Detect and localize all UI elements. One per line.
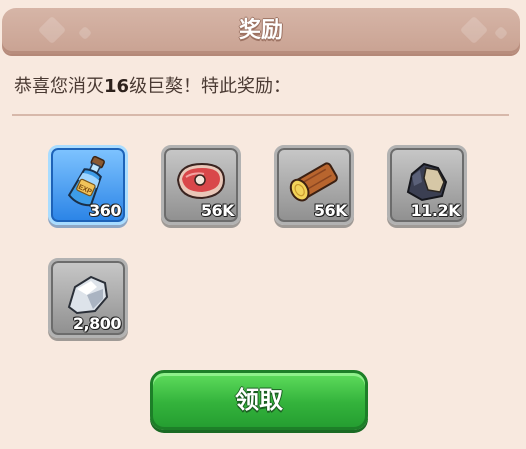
message-suffix: 级巨獒！特此奖励： [129, 76, 292, 97]
reward-quantity: 11.2K [410, 201, 461, 220]
reward-item-wood[interactable]: 56K [274, 145, 354, 225]
reward-quantity: 56K [313, 201, 348, 220]
claim-button-label: 领取 [235, 386, 283, 414]
reward-item-exp[interactable]: EXP 360 [48, 145, 128, 225]
reward-message: 恭喜您消灭16级巨獒！特此奖励： [14, 72, 291, 98]
claim-button[interactable]: 领取 [150, 370, 368, 430]
reward-item-meat[interactable]: 56K [161, 145, 241, 225]
reward-quantity: 360 [89, 201, 121, 220]
reward-panel: 奖励 恭喜您消灭16级巨獒！特此奖励： EXP 360 56K 56K 11.2… [0, 0, 526, 449]
boss-level: 16 [104, 76, 130, 97]
reward-quantity: 56K [200, 201, 235, 220]
reward-item-ore[interactable]: 11.2K [387, 145, 467, 225]
divider [12, 114, 509, 116]
reward-item-stone[interactable]: 2,800 [48, 258, 128, 338]
reward-quantity: 2,800 [72, 314, 122, 333]
message-prefix: 恭喜您消灭 [14, 76, 104, 97]
panel-header: 奖励 [2, 8, 520, 54]
panel-title: 奖励 [238, 18, 283, 43]
